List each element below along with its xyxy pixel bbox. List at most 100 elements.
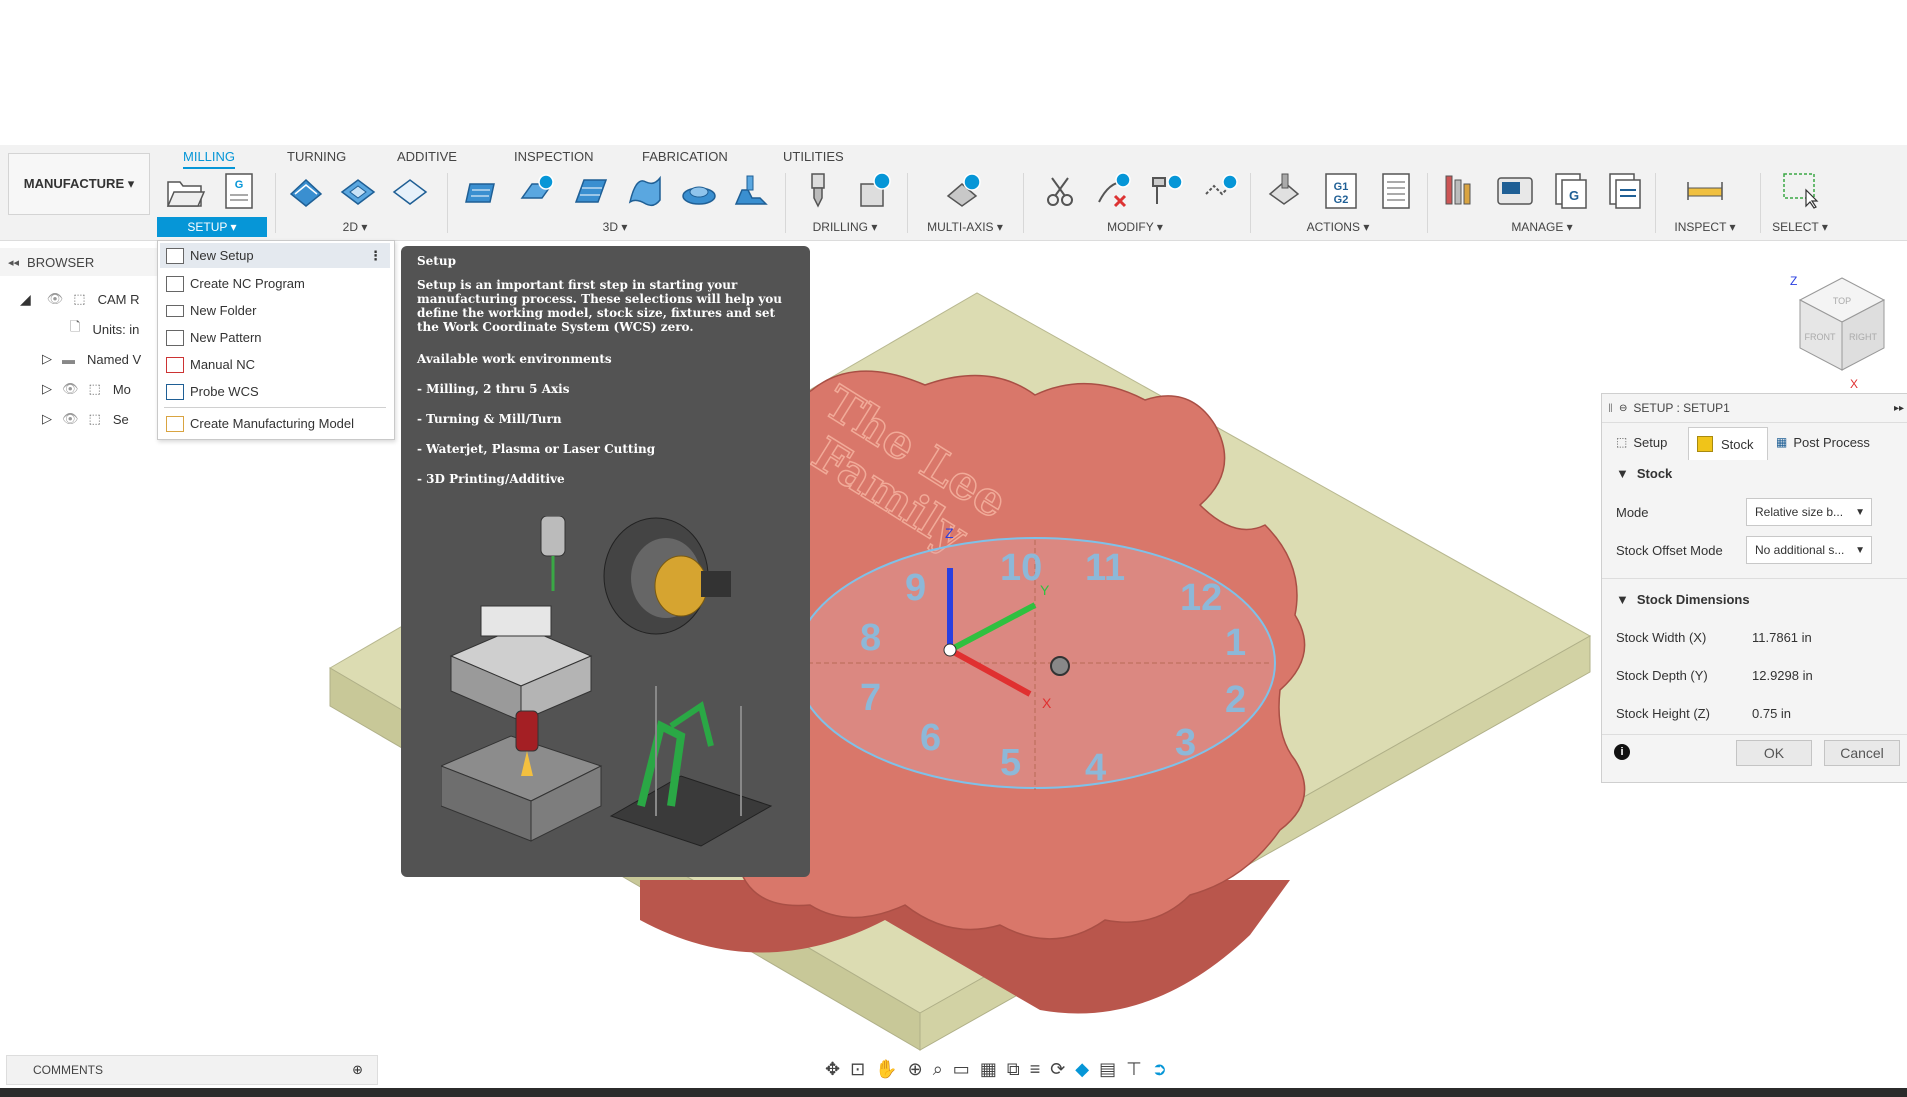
select-group-button[interactable]: SELECT ▾ [1745,217,1855,237]
look-at-icon[interactable]: ⊡ [850,1059,865,1080]
dialog-header[interactable]: ‖ ⊖ SETUP : SETUP1 ▸▸ [1602,394,1907,423]
machine-library-icon[interactable] [1494,170,1536,212]
clock-number-5: 5 [1000,742,1021,784]
browser-row-named-views[interactable]: ▷ ▬ Named V [42,345,141,373]
expand-triangle-icon[interactable]: ▷ [42,411,52,427]
eye-icon[interactable]: 👁 [47,291,64,307]
dialog-tab-post-process[interactable]: ▦ Post Process [1770,427,1900,457]
menu-item-manual-nc[interactable]: Manual NC [160,352,390,377]
hole-recognition-icon[interactable] [851,170,893,212]
browser-row-cam-root[interactable]: ◢ 👁 ⬚ CAM R [20,285,139,313]
more-options-icon[interactable]: ⋮ [369,248,382,264]
tool-display-icon[interactable]: ⊤ [1126,1059,1142,1080]
view-cube[interactable]: TOP FRONT RIGHT Z X [1790,274,1886,391]
expand-icon[interactable]: ▸▸ [1894,403,1904,414]
2d-adaptive-icon[interactable] [285,170,327,212]
tooltip-title: Setup [417,254,456,268]
post-library-icon[interactable]: G [1550,170,1592,212]
cancel-button[interactable]: Cancel [1824,740,1900,766]
tab-inspection[interactable]: INSPECTION [514,145,593,167]
multi-axis-icon[interactable] [942,170,984,212]
section-analysis-icon[interactable]: ≡ [1030,1059,1041,1080]
minus-circle-icon[interactable]: ⊖ [1619,403,1627,414]
nc-program-icon[interactable]: G [218,170,260,212]
setup-folder-icon[interactable] [164,170,206,212]
drill-icon[interactable] [797,170,839,212]
3d-adaptive-icon[interactable] [462,170,504,212]
section-stock[interactable]: ▼ Stock [1616,458,1672,488]
section-stock-dimensions[interactable]: ▼ Stock Dimensions [1616,584,1750,614]
post-process-icon[interactable]: G1 G2 [1320,170,1362,212]
modify-group-button[interactable]: MODIFY ▾ [1080,217,1190,237]
menu-item-new-folder[interactable]: New Folder [160,298,390,323]
tab-utilities[interactable]: UTILITIES [783,145,844,167]
manage-group-button[interactable]: MANAGE ▾ [1487,217,1597,237]
add-comment-icon[interactable]: ⊕ [352,1062,363,1078]
tab-turning[interactable]: TURNING [287,145,346,167]
expand-triangle-icon[interactable]: ◢ [20,291,31,308]
modify-delete-icon[interactable] [1093,170,1135,212]
menu-item-probe-wcs[interactable]: Probe WCS [160,379,390,404]
zoom-icon[interactable]: ⊕ [908,1059,923,1080]
simulation-display-icon[interactable]: ➲ [1152,1059,1167,1080]
template-library-icon[interactable] [1604,170,1646,212]
browser-row-setups[interactable]: ▷ 👁 ⬚ Se [42,405,129,433]
3d-parallel-icon[interactable] [624,170,666,212]
inspect-group-button[interactable]: INSPECT ▾ [1650,217,1760,237]
orbit-icon[interactable]: ⟳ [1050,1059,1065,1080]
fit-icon[interactable]: ⌕ [933,1059,943,1080]
scissors-icon[interactable] [1040,170,1082,212]
orbit-move-icon[interactable]: ✥ [825,1059,840,1080]
menu-item-new-setup[interactable]: New Setup ⋮ [160,243,390,268]
toolpath-display-icon[interactable]: ▤ [1099,1059,1116,1080]
simulate-icon[interactable] [1264,170,1306,212]
2d-pocket-icon[interactable] [337,170,379,212]
workspace-switcher[interactable]: MANUFACTURE ▾ [8,153,150,215]
3d-steep-shallow-icon[interactable] [730,170,772,212]
dialog-tab-setup[interactable]: ⬚ Setup [1608,427,1688,457]
menu-item-create-manufacturing-model[interactable]: Create Manufacturing Model [160,411,390,436]
tab-milling[interactable]: MILLING [183,145,236,169]
grid-icon[interactable]: ▦ [980,1059,997,1080]
menu-item-new-pattern[interactable]: New Pattern [160,325,390,350]
collapse-triangle-icon[interactable]: ▼ [1616,466,1629,481]
browser-row-models[interactable]: ▷ 👁 ⬚ Mo [42,375,131,403]
multi-axis-group-button[interactable]: MULTI-AXIS ▾ [915,217,1015,237]
stock-offset-mode-select[interactable]: No additional s... ▼ [1746,536,1872,564]
3d-group-button[interactable]: 3D ▾ [560,217,670,237]
2d-group-button[interactable]: 2D ▾ [300,217,410,237]
setup-group-button[interactable]: SETUP ▾ [157,217,267,237]
dialog-tab-stock[interactable]: Stock [1688,427,1768,460]
tab-additive[interactable]: ADDITIVE [397,145,457,167]
eye-icon[interactable]: 👁 [62,381,79,397]
mode-select[interactable]: Relative size b... ▼ [1746,498,1872,526]
select-icon[interactable] [1780,170,1822,212]
modify-tool-icon[interactable] [1145,170,1187,212]
menu-item-create-nc-program[interactable]: Create NC Program [160,271,390,296]
comments-panel[interactable]: COMMENTS ⊕ [6,1055,378,1085]
drilling-group-button[interactable]: DRILLING ▾ [795,217,895,237]
expand-triangle-icon[interactable]: ▷ [42,351,52,367]
tool-library-icon[interactable] [1440,170,1482,212]
drag-handle-icon[interactable]: ‖ [1608,401,1613,415]
ok-button[interactable]: OK [1736,740,1812,766]
eye-icon[interactable]: 👁 [62,411,79,427]
measure-icon[interactable] [1684,170,1726,212]
3d-scallop-icon[interactable] [678,170,720,212]
viewports-icon[interactable]: ⧉ [1007,1059,1020,1080]
expand-triangle-icon[interactable]: ▷ [42,381,52,397]
stock-display-icon[interactable]: ◆ [1075,1059,1089,1080]
wcs-origin[interactable] [943,643,957,657]
info-icon[interactable]: i [1614,744,1630,760]
pan-icon[interactable]: ✋ [875,1059,897,1080]
2d-face-icon[interactable] [389,170,431,212]
tab-fabrication[interactable]: FABRICATION [642,145,728,167]
3d-contour-icon[interactable] [570,170,612,212]
setup-sheet-icon[interactable] [1375,170,1417,212]
collapse-icon[interactable]: ◂◂ [8,256,19,269]
collapse-triangle-icon[interactable]: ▼ [1616,592,1629,607]
actions-group-button[interactable]: ACTIONS ▾ [1283,217,1393,237]
display-settings-icon[interactable]: ▭ [953,1059,970,1080]
modify-path-icon[interactable] [1200,170,1242,212]
3d-pocket-icon[interactable] [516,170,558,212]
